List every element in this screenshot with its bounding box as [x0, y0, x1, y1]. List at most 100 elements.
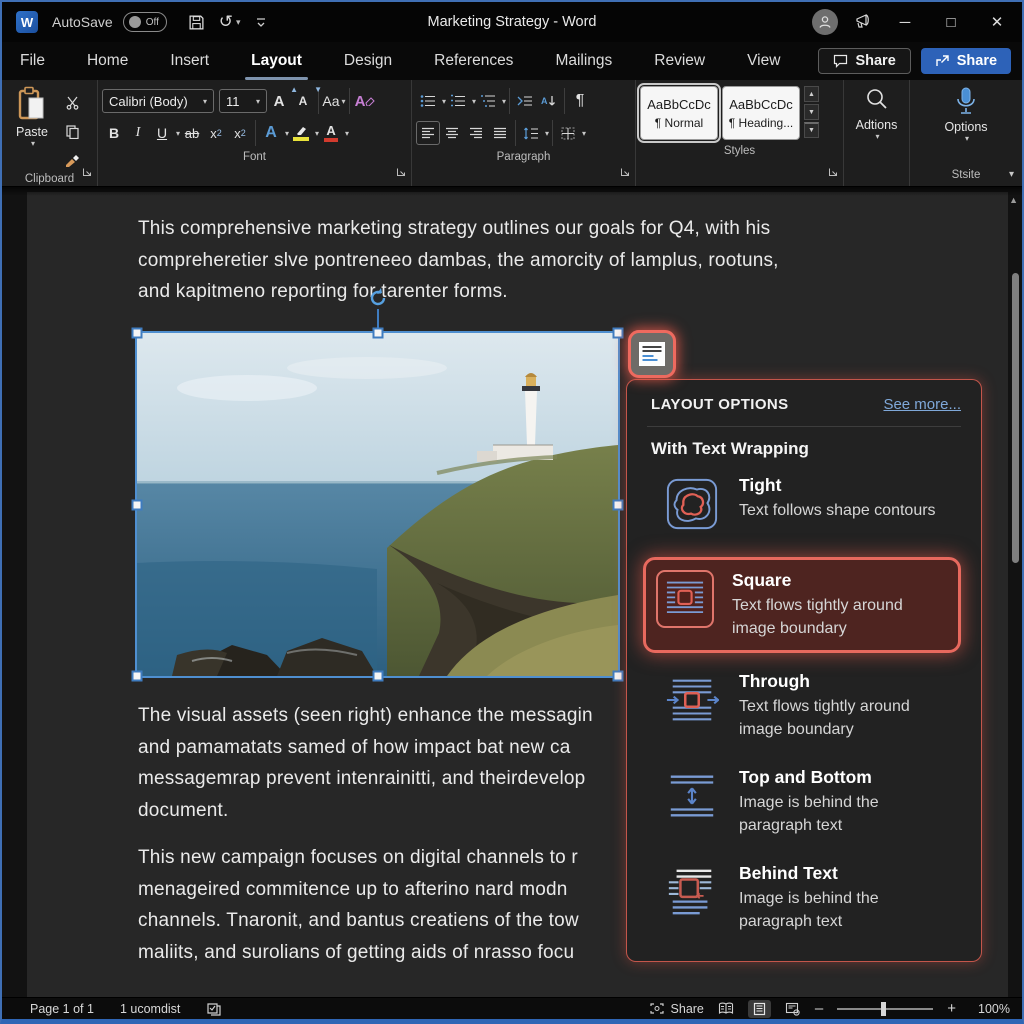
- style-normal[interactable]: AaBbCcDc ¶ Normal: [640, 86, 718, 140]
- bullet-list-button[interactable]: [416, 89, 440, 113]
- tab-view[interactable]: View: [743, 46, 784, 76]
- style-heading[interactable]: AaBbCcDc ¶ Heading...: [722, 86, 800, 140]
- maximize-button[interactable]: □: [936, 14, 966, 31]
- styles-scroll-up-button[interactable]: ▲: [804, 86, 819, 102]
- web-layout-button[interactable]: [785, 1002, 801, 1016]
- wrap-option-behind-text[interactable]: Behind Text Image is behind the paragrap…: [651, 861, 961, 935]
- close-button[interactable]: ✕: [982, 13, 1012, 31]
- resize-handle-w[interactable]: [132, 499, 143, 510]
- styles-gallery-button[interactable]: ▼: [804, 122, 819, 138]
- customize-quick-access-button[interactable]: [255, 16, 267, 28]
- options-button[interactable]: Options ▾: [935, 84, 997, 143]
- page-indicator[interactable]: Page 1 of 1: [30, 1002, 94, 1016]
- zoom-out-button[interactable]: –: [815, 1000, 823, 1017]
- word-count[interactable]: 1 ucomdist: [120, 1002, 180, 1016]
- zoom-slider-thumb[interactable]: [881, 1002, 886, 1016]
- account-avatar[interactable]: [812, 9, 838, 35]
- multilevel-list-button[interactable]: [476, 89, 500, 113]
- save-button[interactable]: [188, 14, 205, 31]
- borders-button[interactable]: [556, 121, 580, 145]
- font-name-combobox[interactable]: Calibri (Body)▾: [102, 89, 214, 113]
- zoom-level[interactable]: 100%: [970, 1002, 1010, 1016]
- tab-insert[interactable]: Insert: [166, 46, 213, 76]
- numbered-list-icon: [450, 94, 466, 108]
- paragraph-1[interactable]: This comprehensive marketing strategy ou…: [138, 213, 898, 308]
- selected-image[interactable]: [137, 333, 618, 676]
- vertical-scrollbar-thumb[interactable]: [1012, 273, 1019, 563]
- clipboard-dialog-launcher[interactable]: [82, 164, 92, 182]
- show-formatting-marks-button[interactable]: ¶: [568, 89, 592, 113]
- tab-design[interactable]: Design: [340, 46, 396, 76]
- layout-options-button[interactable]: [628, 330, 676, 378]
- title-bar: W AutoSave Off ↺▾ Marketing Strategy - W…: [2, 2, 1022, 42]
- tab-references[interactable]: References: [430, 46, 517, 76]
- status-share-button[interactable]: Share: [649, 1002, 704, 1016]
- see-more-link[interactable]: See more...: [883, 396, 961, 413]
- tab-mailings[interactable]: Mailings: [551, 46, 616, 76]
- rotate-handle[interactable]: [367, 287, 389, 314]
- wrap-option-top-and-bottom[interactable]: Top and Bottom Image is behind the parag…: [651, 765, 961, 839]
- align-center-button[interactable]: [440, 121, 464, 145]
- copy-button[interactable]: [60, 119, 84, 143]
- paragraph-dialog-launcher[interactable]: [620, 164, 630, 182]
- megaphone-button[interactable]: [854, 11, 874, 34]
- styles-group: AaBbCcDc ¶ Normal AaBbCcDc ¶ Heading... …: [636, 80, 844, 186]
- styles-dialog-launcher[interactable]: [828, 164, 838, 182]
- underline-button[interactable]: U: [150, 121, 174, 145]
- minimize-button[interactable]: ─: [890, 14, 920, 31]
- autosave-toggle[interactable]: Off: [123, 12, 167, 32]
- numbered-list-button[interactable]: [446, 89, 470, 113]
- paste-button[interactable]: Paste ▾: [6, 84, 58, 148]
- cut-button[interactable]: [60, 90, 84, 114]
- align-left-button[interactable]: [416, 121, 440, 145]
- resize-handle-se[interactable]: [613, 671, 624, 682]
- line-spacing-icon: [523, 127, 539, 140]
- sort-button[interactable]: A: [537, 89, 561, 113]
- font-dialog-launcher[interactable]: [396, 164, 406, 182]
- align-right-button[interactable]: [464, 121, 488, 145]
- resize-handle-n[interactable]: [372, 328, 383, 339]
- tab-review[interactable]: Review: [650, 46, 709, 76]
- grow-font-button[interactable]: A▲: [267, 89, 291, 113]
- tab-home[interactable]: Home: [83, 46, 132, 76]
- proofing-status-button[interactable]: [206, 1002, 222, 1016]
- font-size-combobox[interactable]: 11▾: [219, 89, 267, 113]
- line-spacing-button[interactable]: [519, 121, 543, 145]
- resize-handle-s[interactable]: [372, 671, 383, 682]
- wrap-option-through[interactable]: Through Text flows tightly around image …: [651, 669, 961, 743]
- styles-scroll-down-button[interactable]: ▼: [804, 104, 819, 120]
- resize-handle-ne[interactable]: [613, 328, 624, 339]
- zoom-in-button[interactable]: +: [947, 1000, 956, 1017]
- shrink-font-button[interactable]: A▼: [291, 89, 315, 113]
- wrap-option-tight[interactable]: Tight Text follows shape contours: [651, 473, 961, 535]
- collapse-ribbon-button[interactable]: ▾: [1009, 169, 1014, 180]
- wrap-option-square[interactable]: Square Text flows tightly around image b…: [643, 557, 961, 653]
- read-mode-button[interactable]: [718, 1002, 734, 1015]
- change-case-button[interactable]: Aa▾: [322, 89, 346, 113]
- undo-button[interactable]: ↺▾: [219, 12, 241, 32]
- lighthouse-photo: [137, 333, 618, 676]
- resize-handle-e[interactable]: [613, 499, 624, 510]
- zoom-slider[interactable]: [837, 1008, 933, 1010]
- strikethrough-button[interactable]: ab: [180, 121, 204, 145]
- resize-handle-nw[interactable]: [132, 328, 143, 339]
- print-layout-button[interactable]: [748, 1000, 771, 1018]
- highlight-color-button[interactable]: [289, 121, 313, 145]
- tab-layout[interactable]: Layout: [247, 46, 306, 76]
- resize-handle-sw[interactable]: [132, 671, 143, 682]
- tab-file[interactable]: File: [16, 46, 49, 76]
- justify-button[interactable]: [488, 121, 512, 145]
- actions-button[interactable]: Adtions ▾: [848, 84, 905, 141]
- scroll-up-arrow[interactable]: ▲: [1009, 195, 1018, 205]
- text-effects-button[interactable]: A: [259, 121, 283, 145]
- format-painter-button[interactable]: [60, 148, 84, 172]
- bold-button[interactable]: B: [102, 121, 126, 145]
- font-color-button[interactable]: A: [319, 121, 343, 145]
- superscript-button[interactable]: x2: [228, 121, 252, 145]
- subscript-button[interactable]: x2: [204, 121, 228, 145]
- indent-button[interactable]: [513, 89, 537, 113]
- italic-button[interactable]: I: [126, 121, 150, 145]
- share-button[interactable]: Share: [921, 48, 1011, 74]
- clear-formatting-button[interactable]: A: [353, 89, 377, 113]
- comments-share-button[interactable]: Share: [818, 48, 910, 74]
